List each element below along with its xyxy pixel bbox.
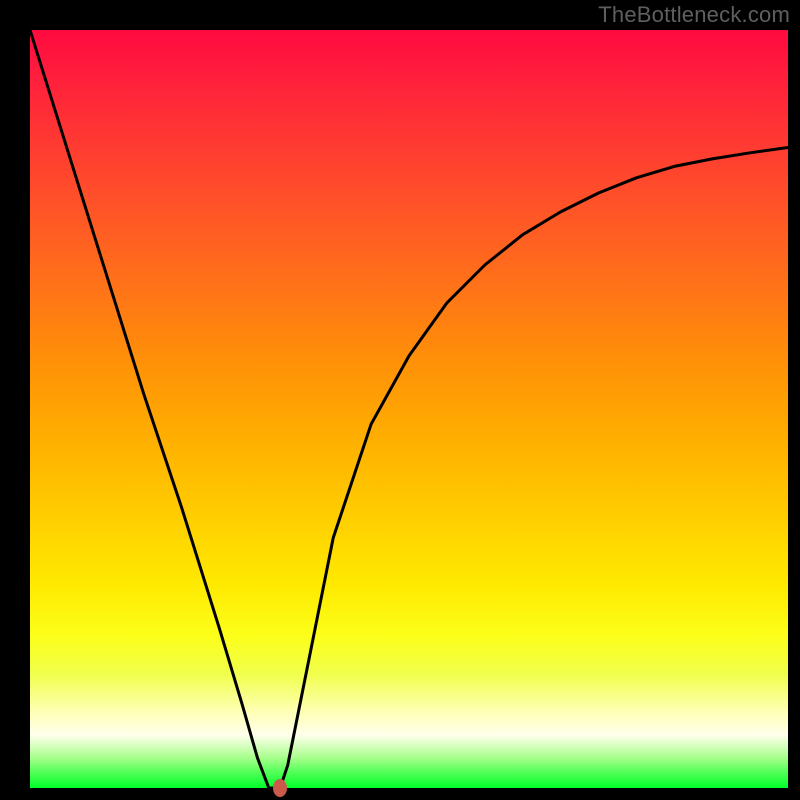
curve-svg [30,30,788,788]
watermark-text: TheBottleneck.com [598,2,790,28]
optimal-point-marker [273,779,287,797]
bottleneck-curve [30,30,788,788]
chart-area [30,30,788,788]
